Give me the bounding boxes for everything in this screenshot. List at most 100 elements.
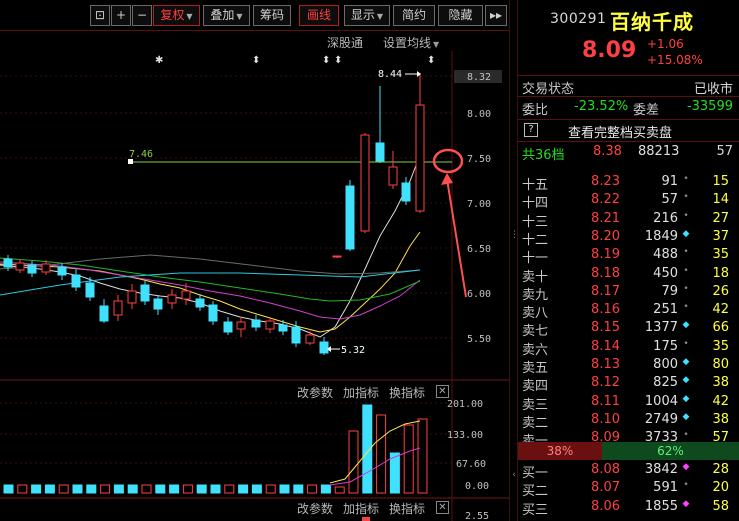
volume-y-tick: 201.00 <box>447 399 483 410</box>
ask-level-row[interactable]: 卖二 8.10 2749 ◆ 38 <box>518 411 739 431</box>
full-book-row[interactable]: ? 查看完整档买卖盘 <box>518 119 739 141</box>
chouma-button[interactable]: 筹码 <box>253 5 291 26</box>
candle-body[interactable] <box>223 321 233 333</box>
zoom-in-button[interactable]: + <box>111 5 131 26</box>
ask-level-row[interactable]: 卖九 8.17 79 • 26 <box>518 283 739 303</box>
bottom-change-params[interactable]: 改参数 <box>297 500 333 517</box>
drag-grip-icon: ⋮⋮ <box>510 230 528 240</box>
ask-level-row[interactable]: 十一 8.19 488 • 35 <box>518 246 739 266</box>
xianshi-dropdown[interactable]: 显示 ▼ <box>344 5 390 26</box>
ask-level-row[interactable]: 十四 8.22 57 • 14 <box>518 191 739 211</box>
shenguton-label: 深股通 <box>327 36 364 50</box>
event-marker[interactable]: ✱ <box>155 55 163 66</box>
ask-order-count: 42 <box>712 302 729 318</box>
ask-level-row[interactable]: 卖八 8.16 251 • 42 <box>518 301 739 321</box>
close-icon[interactable]: ✕ <box>436 385 449 398</box>
candle-body[interactable] <box>181 290 191 300</box>
candle-body[interactable] <box>332 255 342 258</box>
volume-bar <box>3 484 14 494</box>
volume-bar <box>182 484 193 494</box>
candle-body[interactable] <box>140 284 150 302</box>
diejia-dropdown[interactable]: 叠加 ▼ <box>203 5 250 26</box>
candle-body[interactable] <box>345 185 355 250</box>
last-price: 8.09 <box>582 38 637 63</box>
candle-body[interactable] <box>153 298 163 310</box>
candle-body[interactable] <box>57 266 67 276</box>
chart-toolbar: ⊡ + − 复权 ▼ 叠加 ▼ 筹码 画线 显示 ▼ 简约 隐藏 ▸▸ <box>0 0 509 31</box>
ask-level-label: 卖二 <box>522 415 549 431</box>
candle-body[interactable] <box>208 304 218 322</box>
vol-switch-indicator[interactable]: 换指标 <box>389 384 425 401</box>
candle-body[interactable] <box>265 320 275 330</box>
ask-price: 8.19 <box>591 247 620 263</box>
ask-price: 8.13 <box>591 357 620 372</box>
bid-order-count: 58 <box>712 498 729 514</box>
candle-body[interactable] <box>127 290 137 304</box>
volume-bar <box>224 484 235 494</box>
ask-price: 8.11 <box>591 393 620 409</box>
candle-body[interactable] <box>27 264 37 274</box>
full-book-link[interactable]: 查看完整档买卖盘 <box>568 122 672 141</box>
diamond-icon: • <box>683 430 689 441</box>
candle-body[interactable] <box>291 326 301 344</box>
y-tick: 8.00 <box>467 109 491 120</box>
kline-chart-area[interactable]: ⊡ + − 复权 ▼ 叠加 ▼ 筹码 画线 显示 ▼ 简约 隐藏 ▸▸ 深股通 设置均… <box>0 0 509 521</box>
candle-body[interactable] <box>15 262 25 271</box>
event-marker[interactable]: ⬍ <box>322 55 330 66</box>
candle-body[interactable] <box>401 182 411 202</box>
ask-level-row[interactable]: 十五 8.23 91 • 15 <box>518 173 739 193</box>
ma-settings-dropdown[interactable]: 设置均线 ▼ <box>383 34 439 51</box>
event-marker[interactable]: ⬍ <box>427 55 435 66</box>
bid-level-row[interactable]: 买一 8.08 3842 ◆ 28 <box>518 461 739 481</box>
ask-level-row[interactable]: 十二 8.20 1849 ◆ 37 <box>518 228 739 248</box>
ask-level-row[interactable]: 卖三 8.11 1004 ◆ 42 <box>518 393 739 413</box>
ask-level-row[interactable]: 卖五 8.13 800 ◆ 80 <box>518 356 739 376</box>
candle-body[interactable] <box>388 166 398 186</box>
vol-change-params[interactable]: 改参数 <box>297 384 333 401</box>
ask-level-row[interactable]: 卖十 8.18 450 • 18 <box>518 265 739 285</box>
bottom-switch-indicator[interactable]: 换指标 <box>389 500 425 517</box>
total-count: 57 <box>716 144 733 159</box>
vol-add-indicator[interactable]: 加指标 <box>343 384 379 401</box>
jianyue-button[interactable]: 简约 <box>393 5 435 26</box>
candle-body[interactable] <box>251 319 261 328</box>
candle-body[interactable] <box>113 300 123 316</box>
zoom-out-button[interactable]: − <box>132 5 152 26</box>
event-marker[interactable]: ⬍ <box>334 55 342 66</box>
chart-canvas[interactable]: 8.32 8.00 7.50 7.00 6.50 6.00 5.50 ✱ ⬍ ⬍… <box>0 51 509 521</box>
candle-body[interactable] <box>236 321 246 330</box>
ask-level-row[interactable]: 卖七 8.15 1377 ◆ 66 <box>518 319 739 339</box>
candle-body[interactable] <box>375 142 385 162</box>
candle-body[interactable] <box>305 334 315 344</box>
expand-icon[interactable]: ▸▸ <box>485 5 507 26</box>
candle-body[interactable] <box>360 134 370 232</box>
bottom-add-indicator[interactable]: 加指标 <box>343 500 379 517</box>
fuquan-dropdown[interactable]: 复权 ▼ <box>153 5 200 26</box>
bid-level-row[interactable]: 买三 8.06 1855 ◆ 58 <box>518 498 739 518</box>
candle-body[interactable] <box>278 324 288 332</box>
diamond-icon: ◆ <box>682 375 690 386</box>
event-marker[interactable]: ⬍ <box>252 55 260 66</box>
candle-body[interactable] <box>85 282 95 298</box>
panel-drag-handle[interactable]: ⋮⋮ ‹ <box>509 0 528 521</box>
candle-body[interactable] <box>415 104 425 212</box>
close-icon[interactable]: ✕ <box>436 501 449 514</box>
candle-body[interactable] <box>319 341 329 354</box>
collapse-icon[interactable]: ‹ <box>510 470 518 480</box>
ask-level-row[interactable]: 十三 8.21 216 • 27 <box>518 210 739 230</box>
ask-level-row[interactable]: 卖四 8.12 825 ◆ 38 <box>518 374 739 394</box>
bid-level-row[interactable]: 买二 8.07 591 • 20 <box>518 479 739 499</box>
yincang-button[interactable]: 隐藏 <box>438 5 483 26</box>
huaxian-button[interactable]: 画线 <box>299 5 339 26</box>
candle-body[interactable] <box>3 258 13 268</box>
candle-body[interactable] <box>71 274 81 288</box>
candle-body[interactable] <box>167 294 177 304</box>
ask-order-count: 15 <box>712 174 729 189</box>
square-button[interactable]: ⊡ <box>90 5 110 26</box>
ask-level-row[interactable]: 卖六 8.14 175 • 35 <box>518 338 739 358</box>
candle-body[interactable] <box>99 305 109 322</box>
candle-body[interactable] <box>195 298 205 308</box>
help-icon[interactable]: ? <box>524 123 538 137</box>
candle-body[interactable] <box>41 263 51 273</box>
diamond-icon: • <box>683 192 689 203</box>
